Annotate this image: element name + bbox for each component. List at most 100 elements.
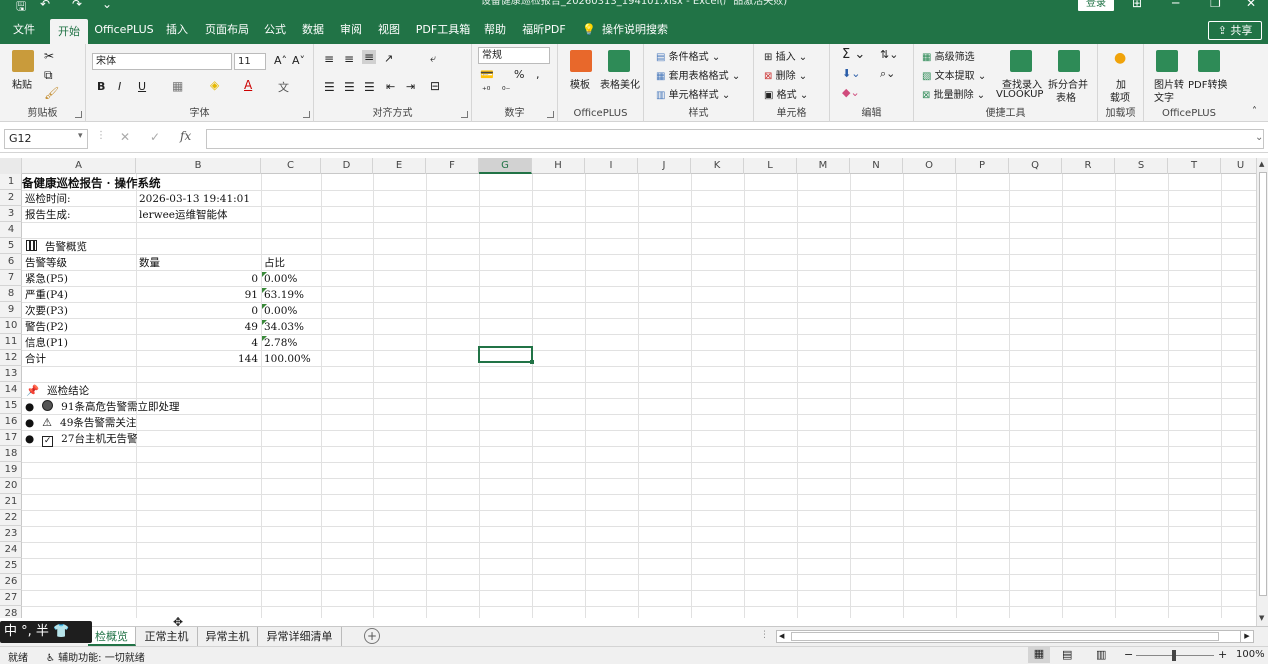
level-name-cell[interactable]: 次要(P3) (25, 303, 68, 319)
column-header-t[interactable]: T (1168, 158, 1221, 174)
inspection-time-value[interactable]: 2026-03-13 19:41:01 (139, 191, 250, 207)
row-header-14[interactable]: 14 (0, 382, 22, 398)
level-name-cell[interactable]: 严重(P4) (25, 287, 68, 303)
tab-help[interactable]: 帮助 (480, 16, 510, 44)
tab-insert[interactable]: 插入 (162, 16, 192, 44)
restore-icon[interactable]: ❐ (1210, 0, 1221, 10)
row-header-18[interactable]: 18 (0, 446, 22, 462)
border-icon[interactable]: ▦ (172, 79, 183, 93)
worksheet-grid[interactable]: A B C D E F G H I J K L M N O P Q R S T … (0, 158, 1256, 618)
enter-icon[interactable]: ✓ (150, 130, 160, 144)
autosum-icon[interactable]: Σ ⌄ (842, 47, 865, 62)
tab-file[interactable]: 文件 (6, 16, 42, 44)
column-header-d[interactable]: D (321, 158, 373, 174)
share-button[interactable]: ⇪ 共享 (1208, 21, 1262, 40)
addins-icon[interactable]: ● (1114, 50, 1126, 66)
phonetic-icon[interactable]: 文 (278, 79, 289, 95)
horizontal-scroll-thumb[interactable] (791, 632, 1219, 641)
report-generator-value[interactable]: lerwee运维智能体 (139, 207, 228, 223)
column-header-k[interactable]: K (691, 158, 744, 174)
horizontal-scrollbar[interactable]: ◀ (776, 630, 1254, 643)
font-launcher-icon[interactable] (303, 111, 310, 118)
close-icon[interactable]: ✕ (1246, 0, 1256, 10)
bold-button[interactable]: B (97, 80, 105, 93)
align-top-icon[interactable]: ≡ (324, 52, 334, 66)
delete-cells-button[interactable]: ⊠ 删除 ⌄ (764, 67, 807, 82)
orientation-icon[interactable]: ↗ (384, 52, 393, 65)
row-header-12[interactable]: 12 (0, 350, 22, 366)
cell-style-button[interactable]: ▥ 单元格样式 ⌄ (656, 86, 730, 101)
pdf-convert-icon[interactable] (1198, 50, 1220, 72)
vertical-scrollbar[interactable]: ▲ ▼ (1256, 158, 1268, 628)
column-header-i[interactable]: I (585, 158, 638, 174)
number-launcher-icon[interactable] (547, 111, 554, 118)
column-header-q[interactable]: Q (1009, 158, 1062, 174)
conclusion-heading-cell[interactable]: 📌 巡检结论 (26, 383, 89, 399)
row-header-24[interactable]: 24 (0, 542, 22, 558)
conditional-format-button[interactable]: ▤ 条件格式 ⌄ (656, 48, 720, 63)
select-all-button[interactable] (0, 158, 22, 174)
sheet-tab-overview[interactable]: 检概览 (88, 627, 136, 646)
align-middle-icon[interactable]: ≡ (344, 52, 354, 66)
zoom-out-icon[interactable]: − (1124, 648, 1133, 661)
clear-icon[interactable]: ◆⌄ (842, 86, 860, 99)
cancel-icon[interactable]: ✕ (120, 130, 130, 144)
normal-view-icon[interactable]: ▦ (1028, 647, 1050, 663)
formula-input[interactable] (206, 129, 1264, 149)
increase-indent-icon[interactable]: ⇥ (406, 80, 415, 93)
column-header-u[interactable]: U (1221, 158, 1256, 174)
scroll-up-icon[interactable]: ▲ (1259, 160, 1264, 168)
header-count-cell[interactable]: 数量 (139, 255, 160, 271)
row-header-16[interactable]: 16 (0, 414, 22, 430)
error-indicator-icon[interactable] (262, 288, 267, 293)
increase-font-icon[interactable]: A˄ (274, 54, 287, 67)
ribbon-display-icon[interactable]: ⊞ (1132, 0, 1142, 10)
batch-delete-button[interactable]: ⊠ 批量删除 ⌄ (922, 86, 985, 101)
accessibility-status[interactable]: ♿ 辅助功能: 一切就绪 (46, 649, 145, 664)
inspection-time-label[interactable]: 巡检时间: (25, 191, 71, 207)
level-ratio-cell[interactable]: 0.00% (264, 303, 297, 319)
conclusion-item[interactable]: ● 91条高危告警需立即处理 (25, 399, 180, 415)
report-title-cell[interactable]: 备健康巡检报告 · 操作系统 (22, 175, 161, 191)
row-header-28[interactable]: 28 (0, 606, 22, 618)
zoom-slider-thumb[interactable] (1172, 650, 1176, 661)
tab-view[interactable]: 视图 (374, 16, 404, 44)
tab-split-grip-icon[interactable]: ⋮ (760, 630, 769, 640)
vertical-scroll-thumb[interactable] (1259, 172, 1267, 596)
level-ratio-cell[interactable]: 100.00% (264, 351, 311, 367)
tell-me-search[interactable]: 操作说明搜索 (600, 16, 670, 44)
column-header-o[interactable]: O (903, 158, 956, 174)
format-painter-icon[interactable]: 🖌 (44, 86, 59, 100)
copy-icon[interactable]: ⧉ (44, 68, 53, 83)
level-count-cell[interactable]: 49 (136, 319, 258, 335)
column-header-r[interactable]: R (1062, 158, 1115, 174)
scroll-down-icon[interactable]: ▼ (1259, 614, 1264, 622)
row-header-21[interactable]: 21 (0, 494, 22, 510)
decrease-indent-icon[interactable]: ⇤ (386, 80, 395, 93)
row-header-22[interactable]: 22 (0, 510, 22, 526)
column-header-c[interactable]: C (261, 158, 321, 174)
column-header-n[interactable]: N (850, 158, 903, 174)
error-indicator-icon[interactable] (262, 320, 267, 325)
page-layout-view-icon[interactable]: ▤ (1062, 648, 1072, 661)
decrease-font-icon[interactable]: A˅ (292, 54, 305, 67)
row-header-6[interactable]: 6 (0, 254, 22, 270)
level-count-cell[interactable]: 0 (136, 303, 258, 319)
level-ratio-cell[interactable]: 0.00% (264, 271, 297, 287)
sheet-tab-abnormal-hosts[interactable]: 异常主机 (198, 627, 258, 646)
scroll-right-icon[interactable]: ▶ (1240, 630, 1254, 643)
clipboard-launcher-icon[interactable] (75, 111, 82, 118)
tab-home[interactable]: 开始 (50, 19, 88, 44)
collapse-ribbon-icon[interactable]: ˄ (1252, 106, 1257, 117)
accounting-format-icon[interactable]: 💳 (480, 68, 494, 81)
add-sheet-icon[interactable]: + (364, 628, 380, 644)
name-box[interactable]: G12 (4, 129, 88, 149)
level-count-cell[interactable]: 91 (136, 287, 258, 303)
font-name-select[interactable]: 宋体 (92, 53, 232, 70)
row-header-1[interactable]: 1 (0, 174, 22, 190)
split-merge-icon[interactable] (1058, 50, 1080, 72)
ime-shirt-icon[interactable]: 👕 (53, 624, 69, 639)
number-format-select[interactable]: 常规 (478, 47, 550, 64)
split-merge-label-2[interactable]: 表格 (1056, 89, 1076, 104)
row-header-13[interactable]: 13 (0, 366, 22, 382)
